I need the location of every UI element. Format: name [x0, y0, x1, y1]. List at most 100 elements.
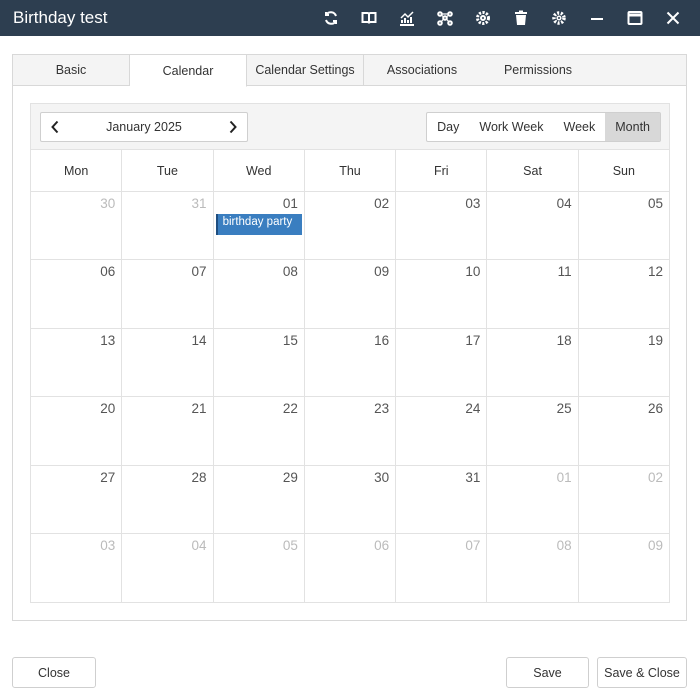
day-number: 16 [374, 332, 390, 348]
share-icon[interactable] [426, 0, 464, 36]
day-cell[interactable]: 05 [214, 533, 305, 603]
day-cell[interactable]: 15 [214, 328, 305, 397]
day-cell[interactable]: 07 [122, 260, 214, 328]
chevron-right-icon [229, 120, 237, 134]
weekday-header: Mon Tue Wed Thu Fri Sat Sun [31, 150, 669, 192]
day-number: 09 [374, 264, 390, 280]
day-cell[interactable]: 09 [579, 534, 669, 602]
day-cell[interactable]: 08 [214, 260, 305, 328]
day-number: 10 [465, 264, 481, 280]
weekday-label: Wed [214, 150, 305, 191]
weekday-label: Fri [396, 150, 488, 191]
weekday-label: Sun [612, 163, 635, 178]
day-number: 22 [282, 401, 298, 417]
settings-gear-icon[interactable] [464, 0, 502, 36]
close-icon[interactable] [654, 0, 692, 36]
day-cell[interactable]: 10 [396, 260, 488, 328]
day-cell[interactable]: 31 [396, 465, 488, 533]
day-number: 07 [465, 537, 481, 553]
day-cell[interactable]: 04 [122, 533, 214, 603]
day-cell[interactable]: 04 [487, 192, 579, 260]
day-cell[interactable]: 01 [487, 465, 579, 533]
calendar: January 2025 Day Work Week Week Month Mo… [30, 103, 670, 603]
day-cell[interactable]: 11 [487, 260, 579, 328]
day-cell[interactable]: 02 [579, 466, 669, 533]
view-week-button[interactable]: Week [554, 113, 606, 141]
day-number: 03 [100, 537, 116, 553]
day-cell[interactable]: 13 [31, 328, 123, 397]
week-row: 20 21 22 23 24 25 26 [31, 397, 669, 466]
prev-month-button[interactable] [41, 113, 69, 141]
title-bar: Birthday test [0, 0, 700, 36]
tab-bar: Basic Calendar Calendar Settings Associa… [13, 55, 686, 87]
day-cell[interactable]: 06 [305, 533, 397, 603]
week-row: 13 14 15 16 17 18 19 [31, 328, 669, 398]
day-cell[interactable]: 05 [579, 192, 669, 259]
day-number: 17 [465, 332, 481, 348]
close-button[interactable]: Close [12, 657, 96, 688]
day-cell[interactable]: 27 [31, 465, 123, 533]
view-day-button[interactable]: Day [427, 113, 469, 141]
cog-icon[interactable] [540, 0, 578, 36]
next-month-button[interactable] [219, 113, 247, 141]
chart-icon[interactable] [388, 0, 426, 36]
day-cell[interactable]: 07 [396, 533, 488, 603]
day-number: 01 [282, 196, 298, 211]
day-cell[interactable]: 17 [396, 328, 488, 397]
day-number: 26 [647, 401, 663, 417]
month-label: January 2025 [106, 120, 182, 134]
day-cell[interactable]: 30 [305, 465, 397, 533]
day-cell[interactable]: 19 [579, 329, 669, 396]
day-cell[interactable]: 26 [579, 397, 669, 464]
day-cell[interactable]: 03 [396, 192, 488, 260]
day-number: 08 [556, 537, 572, 553]
day-cell[interactable]: 25 [487, 397, 579, 465]
day-cell[interactable]: 09 [305, 260, 397, 328]
book-icon[interactable] [350, 0, 388, 36]
minimize-icon[interactable] [578, 0, 616, 36]
day-cell[interactable]: 30 [31, 192, 123, 260]
day-number: 20 [100, 401, 116, 417]
month-grid: 30 31 01 birthday party 02 03 04 05 06 07 08 09 10 11… [31, 192, 669, 603]
day-cell[interactable]: 18 [487, 328, 579, 397]
tab-calendar-settings[interactable]: Calendar Settings [247, 55, 364, 85]
day-cell[interactable]: 22 [214, 397, 305, 465]
day-number: 04 [556, 196, 572, 211]
day-cell[interactable]: 29 [214, 465, 305, 533]
day-cell[interactable]: 24 [396, 397, 488, 465]
day-number: 19 [647, 332, 663, 348]
refresh-icon[interactable] [312, 0, 350, 36]
save-and-close-button[interactable]: Save & Close [597, 657, 687, 688]
tab-permissions[interactable]: Permissions [480, 55, 596, 85]
day-number: 27 [100, 469, 116, 485]
day-cell[interactable]: 28 [122, 465, 214, 533]
trash-icon[interactable] [502, 0, 540, 36]
day-number: 03 [465, 196, 481, 211]
day-cell[interactable]: 31 [122, 192, 214, 260]
day-cell[interactable]: 20 [31, 397, 123, 465]
view-work-week-button[interactable]: Work Week [469, 113, 553, 141]
day-cell[interactable]: 01 birthday party [214, 192, 305, 260]
day-number: 23 [374, 401, 390, 417]
window-title: Birthday test [13, 8, 108, 27]
tab-associations[interactable]: Associations [364, 55, 480, 85]
calendar-event[interactable]: birthday party [215, 214, 302, 235]
day-number: 02 [647, 469, 663, 485]
day-cell[interactable]: 06 [31, 260, 123, 328]
day-cell[interactable]: 08 [487, 533, 579, 603]
maximize-icon[interactable] [616, 0, 654, 36]
tab-calendar[interactable]: Calendar [130, 55, 247, 87]
tab-basic[interactable]: Basic [13, 55, 130, 85]
view-month-button[interactable]: Month [605, 113, 660, 141]
weekday-label: Thu [305, 150, 397, 191]
day-cell[interactable]: 03 [31, 533, 123, 603]
day-cell[interactable]: 02 [305, 192, 397, 260]
day-cell[interactable]: 23 [305, 397, 397, 465]
day-cell[interactable]: 21 [122, 397, 214, 465]
day-cell[interactable]: 12 [579, 260, 669, 327]
week-row: 27 28 29 30 31 01 02 [31, 465, 669, 534]
day-cell[interactable]: 16 [305, 328, 397, 397]
day-cell[interactable]: 14 [122, 328, 214, 397]
save-button[interactable]: Save [506, 657, 589, 688]
day-number: 25 [556, 401, 572, 417]
